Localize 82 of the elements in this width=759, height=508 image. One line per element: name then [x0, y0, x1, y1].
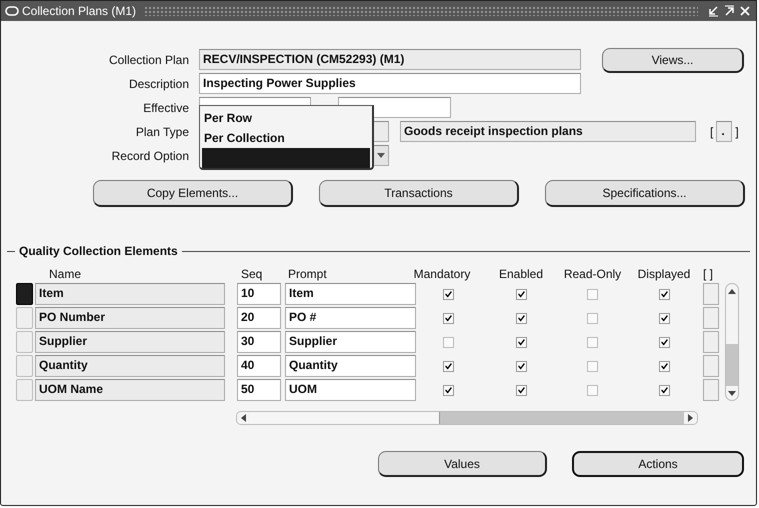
checkbox[interactable] — [658, 288, 670, 300]
horizontal-scrollbar[interactable] — [236, 411, 698, 425]
checkbox[interactable] — [516, 384, 526, 396]
action-button[interactable]: Specifications... — [545, 180, 745, 207]
minimize-button[interactable] — [706, 4, 720, 18]
checkbox[interactable] — [442, 360, 454, 372]
column-header: Mandatory — [412, 267, 472, 281]
action-button[interactable]: Copy Elements... — [93, 180, 293, 207]
minimize-icon — [707, 5, 719, 17]
name-field[interactable]: Supplier — [35, 331, 225, 353]
checkbox[interactable] — [516, 360, 526, 372]
bracket-text: ] — [735, 124, 739, 138]
checkbox[interactable] — [587, 384, 598, 396]
checkbox[interactable] — [587, 288, 598, 300]
seq-field[interactable]: 20 — [237, 307, 281, 329]
flex-field[interactable] — [703, 283, 719, 305]
checkbox[interactable] — [587, 312, 598, 324]
section-title: Quality Collection Elements — [19, 244, 178, 258]
close-icon — [739, 5, 751, 17]
seq-field[interactable]: 50 — [237, 379, 281, 401]
scroll-up-icon — [728, 288, 736, 294]
scroll-down-icon — [728, 390, 736, 396]
column-header: Seq — [240, 267, 264, 281]
field-label: Plan Type — [134, 124, 189, 138]
seq-field[interactable]: 10 — [237, 283, 281, 305]
collection-plan-field[interactable]: RECV/INSPECTION (CM52293) (M1) — [199, 49, 581, 70]
views-button[interactable]: Views... — [602, 48, 744, 73]
prompt-field[interactable]: PO # — [285, 307, 416, 329]
name-field[interactable]: Item — [35, 283, 225, 305]
action-button[interactable]: Values — [378, 451, 547, 477]
column-header: Displayed — [636, 267, 692, 281]
close-button[interactable] — [738, 4, 752, 18]
seq-field[interactable]: 40 — [237, 355, 281, 377]
action-button[interactable]: Transactions — [319, 180, 519, 207]
maximize-button[interactable] — [722, 4, 736, 18]
plan-type-description-field[interactable]: Goods receipt inspection plans — [400, 121, 696, 142]
column-header: Name — [48, 267, 82, 281]
flex-field[interactable]: . — [716, 121, 732, 142]
scroll-right-icon — [688, 414, 693, 422]
column-header: Prompt — [287, 267, 328, 281]
bracket-text: [ — [710, 124, 714, 138]
checkbox[interactable] — [516, 336, 526, 348]
prompt-field[interactable]: Quantity — [285, 355, 416, 377]
checkbox[interactable] — [587, 336, 598, 348]
name-field[interactable]: Quantity — [35, 355, 225, 377]
checkbox[interactable] — [658, 360, 670, 372]
name-field[interactable]: UOM Name — [35, 379, 225, 401]
prompt-field[interactable]: UOM — [285, 379, 416, 401]
flex-field[interactable] — [703, 355, 719, 377]
checkbox[interactable] — [442, 384, 454, 396]
checkbox[interactable] — [516, 288, 526, 300]
checkbox[interactable] — [442, 336, 454, 348]
field-label: Collection Plan — [108, 52, 189, 66]
checkbox[interactable] — [516, 312, 526, 324]
prompt-field[interactable]: Item — [285, 283, 416, 305]
field-label: Effective — [142, 100, 189, 114]
prompt-field[interactable]: Supplier — [285, 331, 416, 353]
action-button[interactable]: Actions — [572, 451, 744, 477]
checkbox[interactable] — [658, 336, 670, 348]
name-field[interactable]: PO Number — [35, 307, 225, 329]
column-header: Read-Only — [562, 267, 622, 281]
column-header: Enabled — [498, 267, 544, 281]
description-field[interactable]: Inspecting Power Supplies — [199, 73, 581, 94]
checkbox[interactable] — [587, 360, 598, 372]
field-label: Description — [128, 76, 189, 90]
checkbox[interactable] — [442, 312, 454, 324]
flex-field[interactable] — [703, 307, 719, 329]
window-title: Collection Plans (M1) — [22, 4, 136, 18]
seq-field[interactable]: 30 — [237, 331, 281, 353]
field-label: Record Option — [110, 148, 189, 162]
dropdown-option[interactable]: Per Collection — [202, 128, 370, 148]
checkbox[interactable] — [658, 312, 670, 324]
maximize-icon — [723, 5, 735, 17]
vertical-scrollbar[interactable] — [725, 283, 739, 401]
flex-field[interactable] — [703, 379, 719, 401]
flex-field[interactable] — [703, 331, 719, 353]
checkbox[interactable] — [658, 384, 670, 396]
checkbox[interactable] — [442, 288, 454, 300]
dropdown-option[interactable]: Per Row — [202, 108, 370, 128]
column-header: [ ] — [703, 267, 714, 281]
dropdown-arrow-icon — [377, 153, 385, 158]
scroll-left-icon — [241, 414, 246, 422]
